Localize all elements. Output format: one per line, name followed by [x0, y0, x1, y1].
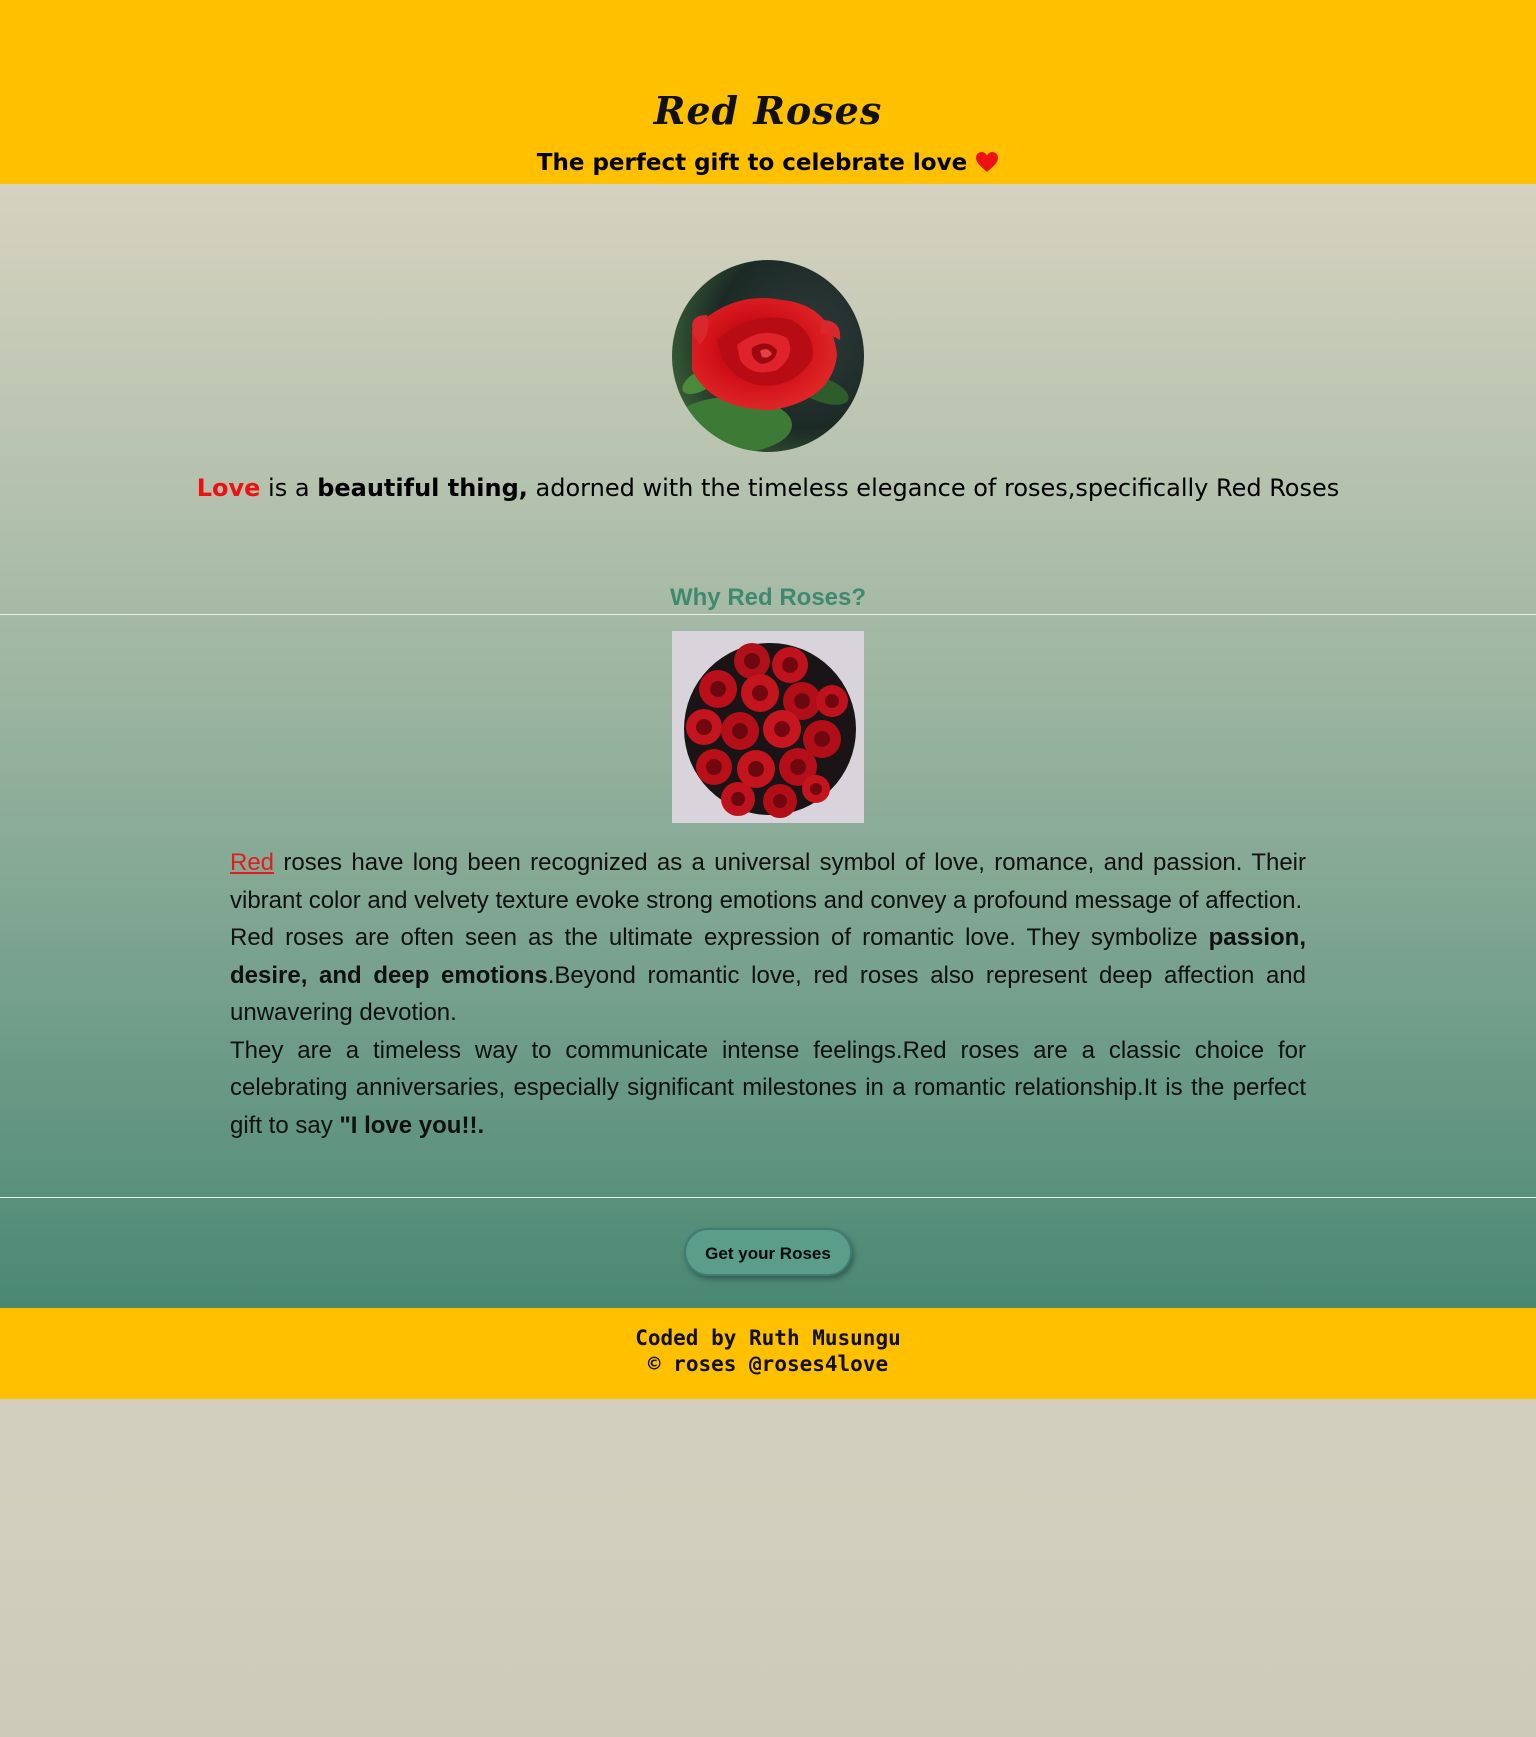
why-heading: Why Red Roses? — [669, 584, 867, 611]
red-rose-image — [672, 260, 864, 452]
page-subtitle: The perfect gift to celebrate love — [0, 150, 1536, 176]
red-link[interactable]: Red — [230, 849, 274, 876]
intro-beautiful: beautiful thing, — [317, 474, 528, 502]
page-footer: Coded by Ruth Musungu © roses @roses4lov… — [0, 1308, 1536, 1399]
subtitle-text: The perfect gift to celebrate love — [536, 150, 968, 176]
paragraph-1: Red roses have long been recognized as a… — [230, 844, 1306, 919]
main-content: Love is a beautiful thing, adorned with … — [0, 184, 1536, 1308]
paragraph-3-bold: "I love you!!. — [339, 1111, 485, 1139]
page-title: Red Roses — [653, 88, 883, 133]
divider — [0, 1197, 1536, 1198]
intro-is-a: is a — [260, 474, 318, 502]
footer-copyright: © roses @roses4love — [647, 1352, 889, 1376]
intro-text: Love is a beautiful thing, adorned with … — [0, 474, 1536, 502]
paragraph-3: They are a timeless way to communicate i… — [230, 1032, 1306, 1145]
intro-rest: adorned with the timeless elegance of ro… — [527, 474, 1340, 502]
get-roses-button[interactable]: Get your Roses — [684, 1228, 852, 1276]
footer-credit: Coded by Ruth Musungu — [635, 1326, 901, 1350]
paragraph-2: Red roses are often seen as the ultimate… — [230, 919, 1306, 1032]
why-content: Red roses have long been recognized as a… — [230, 844, 1306, 1144]
intro-love: Love — [196, 474, 261, 502]
heart-icon — [975, 150, 999, 176]
page-header: Red Roses The perfect gift to celebrate … — [0, 0, 1536, 184]
paragraph-1-text: roses have long been recognized as a uni… — [230, 849, 1306, 914]
paragraph-2-text-a: Red roses are often seen as the ultimate… — [230, 924, 1209, 951]
divider — [0, 614, 1536, 615]
rose-bouquet-image — [672, 631, 864, 823]
